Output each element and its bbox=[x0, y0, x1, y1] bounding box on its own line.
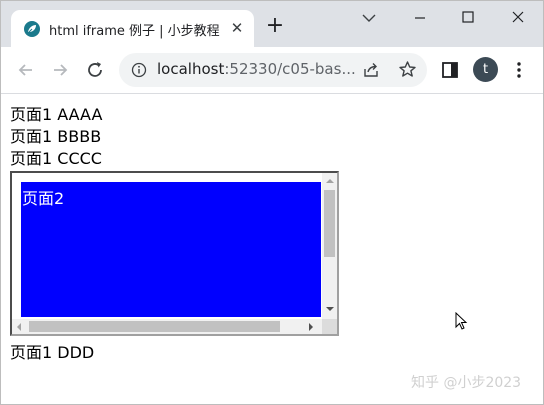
star-icon[interactable] bbox=[398, 60, 417, 79]
page-line: 页面1 AAAA bbox=[10, 105, 103, 124]
tab-title: html iframe 例子 | 小步教程 bbox=[49, 24, 220, 39]
close-icon[interactable] bbox=[503, 7, 533, 31]
iframe-text: 页面2 bbox=[22, 189, 65, 208]
scroll-left-arrow-icon[interactable] bbox=[17, 323, 21, 331]
reload-icon[interactable] bbox=[84, 59, 106, 81]
new-tab-button[interactable]: + bbox=[264, 15, 286, 38]
page-line: 页面1 BBBB bbox=[10, 127, 102, 146]
share-icon[interactable] bbox=[362, 61, 380, 79]
more-menu-icon[interactable] bbox=[509, 60, 529, 80]
info-icon[interactable] bbox=[131, 62, 147, 78]
scroll-up-arrow-icon[interactable] bbox=[326, 179, 334, 183]
url-text[interactable]: localhost:52330/c05-bas... bbox=[157, 60, 356, 78]
url-path: :52330/c05-bas... bbox=[224, 60, 356, 78]
mouse-cursor-icon bbox=[455, 311, 469, 332]
forward-arrow-icon[interactable] bbox=[49, 59, 71, 81]
page-content: 页面1 AAAA 页面1 BBBB 页面1 CCCC 页面2 页面1 DDD 知… bbox=[1, 94, 543, 404]
address-bar[interactable]: localhost:52330/c05-bas... bbox=[119, 53, 427, 87]
page-line: 页面1 DDD bbox=[10, 343, 95, 362]
toolbar: localhost:52330/c05-bas... t bbox=[1, 47, 543, 94]
iframe-content: 页面2 bbox=[21, 182, 321, 317]
leaf-icon bbox=[24, 21, 40, 37]
browser-window: html iframe 例子 | 小步教程 ✕ + localhost:5233… bbox=[0, 0, 544, 405]
iframe-frame[interactable]: 页面2 bbox=[10, 171, 339, 336]
horizontal-scrollbar[interactable] bbox=[12, 319, 322, 334]
url-host: localhost bbox=[157, 60, 225, 78]
page-line: 页面1 CCCC bbox=[10, 149, 102, 168]
back-arrow-icon[interactable] bbox=[15, 59, 37, 81]
tab-active[interactable]: html iframe 例子 | 小步教程 ✕ bbox=[11, 10, 254, 47]
scroll-down-arrow-icon[interactable] bbox=[326, 307, 334, 311]
side-panel-icon[interactable] bbox=[441, 61, 459, 79]
scrollbar-corner bbox=[322, 319, 337, 334]
avatar[interactable]: t bbox=[473, 57, 498, 82]
maximize-icon[interactable] bbox=[453, 7, 483, 31]
minimize-icon[interactable] bbox=[405, 7, 435, 31]
vertical-scroll-thumb[interactable] bbox=[324, 190, 335, 257]
chevron-down-icon[interactable] bbox=[354, 7, 384, 31]
vertical-scrollbar[interactable] bbox=[322, 173, 337, 319]
horizontal-scroll-thumb[interactable] bbox=[29, 321, 280, 332]
tab-close-icon[interactable]: ✕ bbox=[229, 20, 245, 36]
tab-strip: html iframe 例子 | 小步教程 ✕ + bbox=[1, 1, 543, 47]
watermark: 知乎 @小步2023 bbox=[411, 375, 522, 391]
scroll-right-arrow-icon[interactable] bbox=[309, 323, 313, 331]
